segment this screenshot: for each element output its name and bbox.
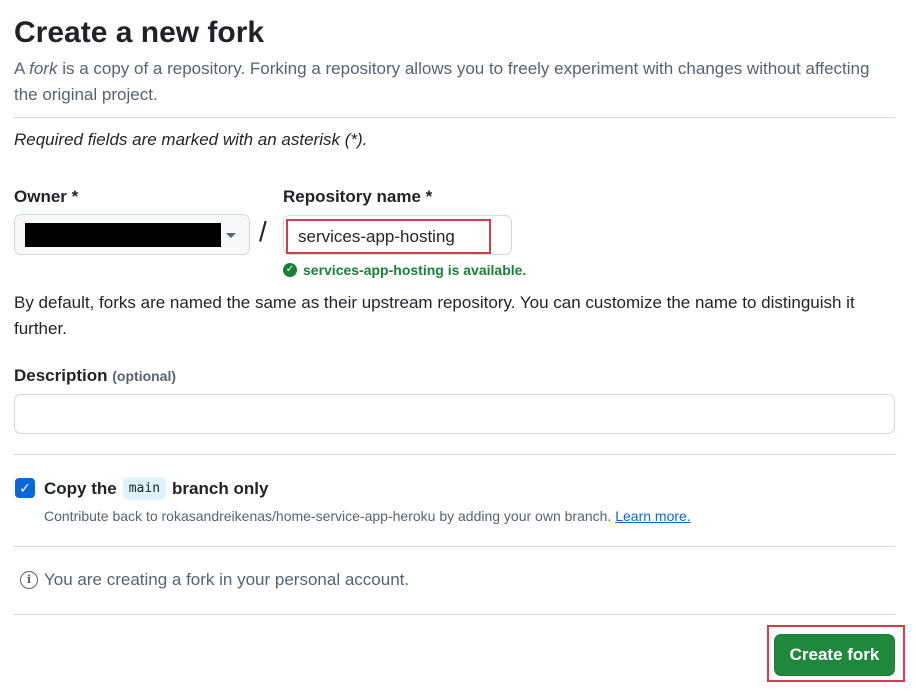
owner-select[interactable] xyxy=(14,214,250,255)
checkmark-icon: ✓ xyxy=(19,480,31,496)
info-text: You are creating a fork in your personal… xyxy=(44,570,410,589)
copy-branch-help: Contribute back to rokasandreikenas/home… xyxy=(44,508,691,524)
page-title: Create a new fork xyxy=(14,16,265,49)
divider xyxy=(14,546,895,547)
required-fields-note: Required fields are marked with an aster… xyxy=(14,130,368,149)
divider xyxy=(14,117,895,118)
optional-tag: (optional) xyxy=(112,368,177,384)
personal-account-info: i You are creating a fork in your person… xyxy=(20,570,409,590)
learn-more-link[interactable]: Learn more. xyxy=(615,508,690,524)
branch-name-chip: main xyxy=(122,477,167,500)
naming-help-text: By default, forks are named the same as … xyxy=(14,293,855,338)
fork-term: fork xyxy=(29,59,58,78)
info-icon: i xyxy=(20,571,38,589)
availability-text: services-app-hosting is available. xyxy=(303,262,527,278)
repository-name-label: Repository name * xyxy=(283,187,433,206)
availability-status: ✓ services-app-hosting is available. xyxy=(283,262,526,278)
description-label: Description (optional) xyxy=(14,366,177,385)
owner-repo-separator: / xyxy=(259,216,267,247)
caret-down-icon xyxy=(226,233,236,238)
description-input[interactable] xyxy=(14,394,895,434)
owner-label: Owner * xyxy=(14,187,79,206)
copy-branch-label[interactable]: Copy the main branch only xyxy=(44,477,268,500)
owner-value-redacted xyxy=(25,223,221,247)
copy-main-branch-checkbox[interactable]: ✓ xyxy=(15,478,35,498)
repository-name-value: services-app-hosting xyxy=(298,227,455,246)
check-circle-icon: ✓ xyxy=(283,263,297,277)
page-description: A fork is a copy of a repository. Forkin… xyxy=(14,59,870,104)
create-fork-button[interactable]: Create fork xyxy=(774,634,895,676)
divider xyxy=(14,454,895,455)
divider xyxy=(14,614,895,615)
